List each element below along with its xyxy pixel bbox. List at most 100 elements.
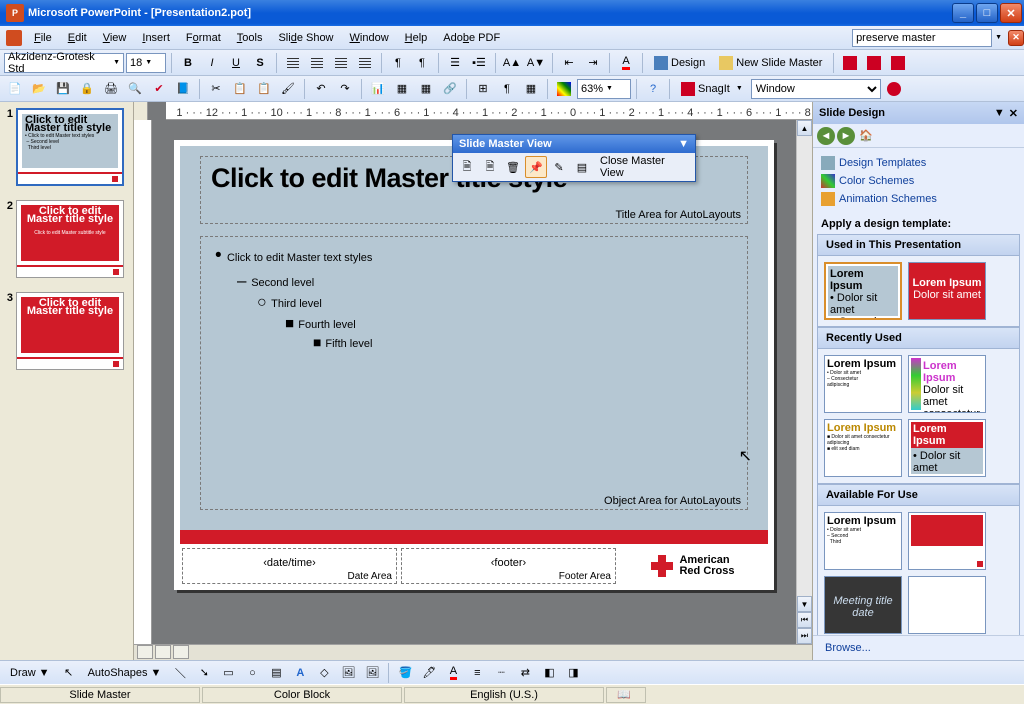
menu-file[interactable]: File [26, 29, 60, 47]
mdi-close-button[interactable]: ✕ [1008, 30, 1024, 46]
close-master-view-button[interactable]: Close Master View [594, 156, 692, 178]
save-button[interactable]: 💾 [52, 78, 74, 100]
tables-borders-button[interactable]: ▦ [415, 78, 437, 100]
align-right-button[interactable] [330, 52, 352, 74]
preserve-master-button[interactable]: 📌 [525, 156, 547, 178]
template-thumb[interactable]: Lorem IpsumDolor sit amet consectetur ad… [908, 355, 986, 413]
status-language[interactable]: English (U.S.) [404, 687, 604, 703]
body-level-1[interactable]: • Click to edit Master text styles [215, 245, 733, 267]
scroll-up-button[interactable]: ▲ [797, 120, 812, 136]
template-thumb[interactable] [908, 512, 986, 570]
format-painter-button[interactable]: 🖌 [277, 78, 299, 100]
arrow-style-button[interactable]: ⇄ [514, 662, 536, 684]
scroll-down-button[interactable]: ▼ [797, 596, 812, 612]
next-slide-button[interactable]: ⏭ [797, 628, 812, 644]
align-center-button[interactable] [306, 52, 328, 74]
shadow-style-button[interactable]: ◧ [538, 662, 560, 684]
sorter-view-button[interactable] [155, 645, 171, 659]
expand-button[interactable]: ⊞ [472, 78, 494, 100]
color-schemes-link[interactable]: Color Schemes [821, 172, 1016, 190]
menu-adobepdf[interactable]: Adobe PDF [435, 29, 508, 47]
prev-slide-button[interactable]: ⏮ [797, 612, 812, 628]
oval-button[interactable]: ○ [241, 662, 263, 684]
new-button[interactable]: 📄 [4, 78, 26, 100]
snagit-button[interactable]: SnagIt▼ [675, 78, 749, 100]
scrollbar-vertical[interactable]: ▲ ▼ ⏮ ⏭ [796, 120, 812, 644]
taskpane-menu-button[interactable]: ▼ [994, 107, 1005, 120]
menu-slideshow[interactable]: Slide Show [270, 29, 341, 47]
increase-font-button[interactable]: A▲ [501, 52, 523, 74]
textbox-button[interactable]: ▤ [265, 662, 287, 684]
font-color-button[interactable]: A [615, 52, 637, 74]
cut-button[interactable]: ✂ [205, 78, 227, 100]
template-thumb[interactable]: Lorem Ipsum• Dolor sit amet– Consectetur [908, 419, 986, 477]
slide[interactable]: Click to edit Master title style Title A… [174, 140, 774, 590]
browse-link[interactable]: Browse... [821, 642, 1016, 654]
maximize-button[interactable]: □ [976, 3, 998, 23]
rename-master-button[interactable]: ✎ [548, 156, 570, 178]
menu-edit[interactable]: Edit [60, 29, 95, 47]
template-thumb[interactable]: Lorem Ipsum• Dolor sit amet– Consectetur… [824, 355, 902, 413]
text-dir-button[interactable]: ¶ [387, 52, 409, 74]
preview-button[interactable]: 🔍 [124, 78, 146, 100]
back-button[interactable]: ◄ [817, 127, 835, 145]
numbering-button[interactable]: ☰ [444, 52, 466, 74]
decrease-indent-button[interactable]: ⇤ [558, 52, 580, 74]
template-thumb[interactable]: Lorem Ipsum• Dolor sit amet– SecondThird [824, 262, 902, 320]
autoshapes-button[interactable]: AutoShapes ▼ [82, 662, 168, 684]
insert-title-master-button[interactable]: 🗎 [479, 156, 501, 178]
menu-tools[interactable]: Tools [229, 29, 271, 47]
arrow-button[interactable]: ➘ [193, 662, 215, 684]
new-slide-master-button[interactable]: New Slide Master [713, 52, 828, 74]
menu-insert[interactable]: Insert [134, 29, 178, 47]
align-justify-button[interactable] [354, 52, 376, 74]
minimize-button[interactable]: _ [952, 3, 974, 23]
research-button[interactable]: 📘 [172, 78, 194, 100]
line-style-button[interactable]: ≡ [466, 662, 488, 684]
permission-button[interactable]: 🔒 [76, 78, 98, 100]
slideshow-view-button[interactable] [173, 645, 189, 659]
ruler-horizontal[interactable]: 1 · · · 12 · · · 1 · · · 10 · · · 1 · · … [166, 102, 812, 120]
delete-master-button[interactable]: 🗑 [502, 156, 524, 178]
hyperlink-button[interactable]: 🔗 [439, 78, 461, 100]
3d-style-button[interactable]: ◨ [562, 662, 584, 684]
decrease-font-button[interactable]: A▼ [525, 52, 547, 74]
taskpane-close-button[interactable]: ✕ [1009, 107, 1018, 120]
template-thumb[interactable]: Lorem IpsumDolor sit amet [908, 262, 986, 320]
slide-master-view-toolbar[interactable]: Slide Master View▼ 🗎 🗎 🗑 📌 ✎ ▤ Close Mas… [452, 134, 696, 182]
date-placeholder[interactable]: ‹date/time›Date Area [182, 548, 397, 584]
line-color-button[interactable]: 🖊 [418, 662, 440, 684]
underline-button[interactable]: U [225, 52, 247, 74]
dropdown-icon[interactable]: ▼ [995, 34, 1002, 41]
increase-indent-button[interactable]: ⇥ [582, 52, 604, 74]
body-level-2[interactable]: – Second level [237, 271, 733, 291]
help-button[interactable]: ? [642, 78, 664, 100]
print-button[interactable]: 🖨 [100, 78, 122, 100]
dropdown-icon[interactable]: ▼ [678, 138, 689, 150]
line-button[interactable]: ＼ [169, 662, 191, 684]
font-color-button-2[interactable]: A [442, 662, 464, 684]
grid-button[interactable]: ▦ [520, 78, 542, 100]
wordart-button[interactable]: A [289, 662, 311, 684]
redo-button[interactable]: ↷ [334, 78, 356, 100]
status-spell[interactable]: 📖 [606, 687, 646, 703]
zoom-select[interactable]: 63%▼ [577, 79, 631, 99]
font-family-select[interactable]: Akzidenz-Grotesk Std▼ [4, 53, 124, 73]
align-left-button[interactable] [282, 52, 304, 74]
clipart-button[interactable]: 🖼 [337, 662, 359, 684]
help-search-input[interactable] [852, 29, 992, 47]
bold-button[interactable]: B [177, 52, 199, 74]
pdf-button-1[interactable] [839, 52, 861, 74]
font-size-select[interactable]: 18▼ [126, 53, 166, 73]
slide-canvas[interactable]: Slide Master View▼ 🗎 🗎 🗑 📌 ✎ ▤ Close Mas… [152, 120, 796, 644]
diagram-button[interactable]: ◇ [313, 662, 335, 684]
insert-slide-master-button[interactable]: 🗎 [456, 156, 478, 178]
pdf-button-2[interactable] [863, 52, 885, 74]
design-button[interactable]: Design [648, 52, 711, 74]
normal-view-button[interactable] [137, 645, 153, 659]
pdf-button-3[interactable] [887, 52, 909, 74]
ruler-vertical[interactable] [134, 120, 152, 644]
rectangle-button[interactable]: ▭ [217, 662, 239, 684]
menu-view[interactable]: View [95, 29, 135, 47]
show-formatting-button[interactable]: ¶ [496, 78, 518, 100]
